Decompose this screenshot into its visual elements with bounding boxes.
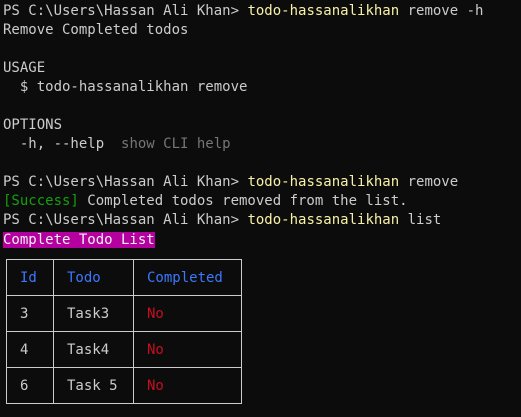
option-help: -h, --help show CLI help [3, 135, 231, 154]
success-text: Completed todos removed from the list. [78, 193, 408, 209]
cell-todo: Task 5 [53, 367, 134, 404]
prompt: PS C:\Users\Hassan Ali Khan> [3, 212, 248, 228]
command-line-3: PS C:\Users\Hassan Ali Khan> todo-hassan… [3, 211, 441, 230]
command-args: list [399, 212, 442, 228]
table-row: 4 Task4 No [6, 331, 242, 368]
table-header-row: Id Todo Completed [6, 259, 242, 296]
command-name: todo-hassanalikhan [247, 212, 400, 228]
list-banner: Complete Todo List [3, 232, 155, 248]
table-row: 3 Task3 No [6, 295, 242, 332]
cell-completed: No [133, 367, 242, 404]
list-banner-line: Complete Todo List [3, 231, 155, 250]
cell-completed: No [133, 331, 242, 368]
options-heading: OPTIONS [3, 117, 63, 133]
option-flag: -h, --help [3, 136, 105, 152]
cell-todo: Task4 [53, 331, 134, 368]
cell-todo: Task3 [53, 295, 134, 332]
usage-heading: USAGE [3, 60, 46, 76]
header-completed: Completed [133, 259, 242, 296]
header-todo: Todo [53, 259, 134, 296]
table-row: 6 Task 5 No [6, 367, 242, 404]
usage-text: $ todo-hassanalikhan remove [3, 79, 248, 95]
terminal-window[interactable]: PS C:\Users\Hassan Ali Khan> todo-hassan… [0, 0, 521, 417]
header-id: Id [6, 259, 54, 296]
command-args: remove -h [399, 3, 484, 19]
cell-id: 4 [6, 331, 54, 368]
prompt: PS C:\Users\Hassan Ali Khan> [3, 174, 248, 190]
command-args: remove [399, 174, 459, 190]
command-name: todo-hassanalikhan [247, 174, 400, 190]
command-line-1: PS C:\Users\Hassan Ali Khan> todo-hassan… [3, 2, 483, 21]
command-line-2: PS C:\Users\Hassan Ali Khan> todo-hassan… [3, 173, 458, 192]
cell-id: 6 [6, 367, 54, 404]
cell-completed: No [133, 295, 242, 332]
todo-table: Id Todo Completed 3 Task3 No 4 Task4 No … [6, 259, 242, 404]
command-name: todo-hassanalikhan [247, 3, 400, 19]
prompt: PS C:\Users\Hassan Ali Khan> [3, 3, 248, 19]
success-message: [Success] Completed todos removed from t… [3, 192, 408, 211]
success-tag: [Success] [3, 193, 79, 209]
help-description: Remove Completed todos [3, 22, 189, 38]
option-description: show CLI help [104, 136, 231, 152]
cell-id: 3 [6, 295, 54, 332]
